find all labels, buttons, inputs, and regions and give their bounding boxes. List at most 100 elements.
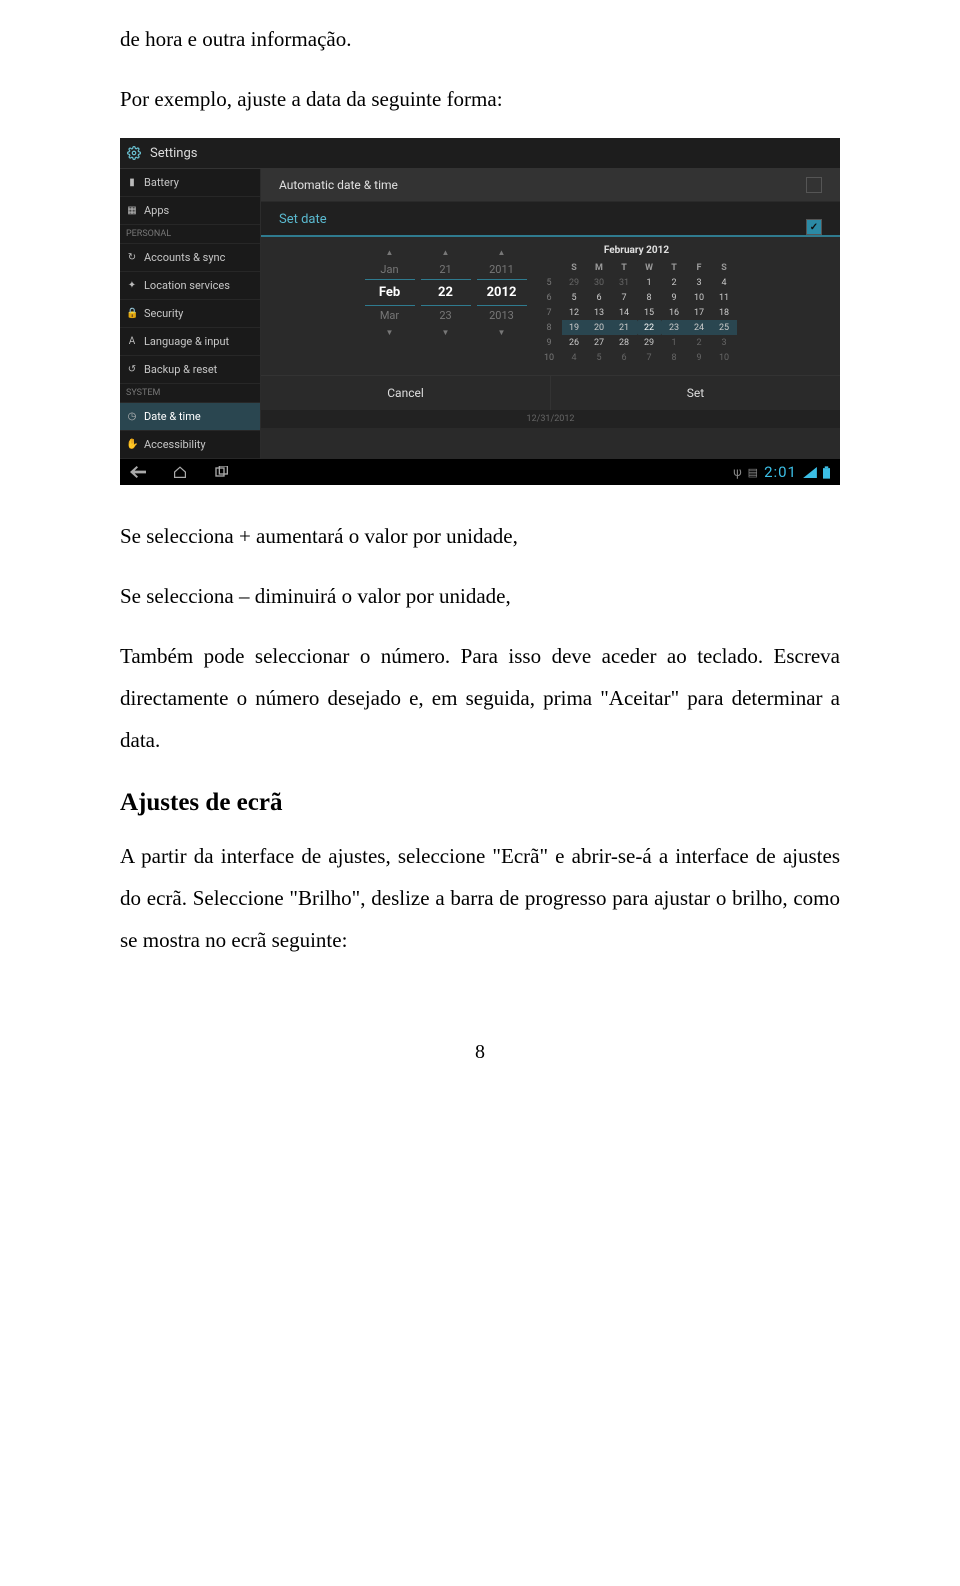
calendar-widget[interactable]: February 2012 SMTWTFS5293031123465678910… — [537, 245, 737, 365]
calendar-day-cell[interactable]: 29 — [562, 275, 587, 290]
spinner-value[interactable]: 22 — [421, 279, 471, 306]
sidebar-item-security[interactable]: 🔒Security — [120, 300, 260, 328]
gear-icon — [126, 145, 142, 161]
calendar-day-cell[interactable]: 6 — [612, 350, 637, 365]
sidebar-item-label: Date & time — [144, 410, 201, 423]
calendar-day-cell[interactable]: 30 — [587, 275, 612, 290]
spinner-value[interactable]: Jan — [365, 260, 415, 279]
spinner-value[interactable]: Feb — [365, 279, 415, 306]
wifi-icon — [803, 467, 817, 478]
calendar-day-cell[interactable]: 18 — [712, 305, 737, 320]
calendar-day-cell[interactable]: 7 — [637, 350, 662, 365]
calendar-day-cell[interactable]: 19 — [562, 320, 587, 335]
calendar-day-cell[interactable]: 15 — [637, 305, 662, 320]
calendar-day-cell[interactable]: 24 — [687, 320, 712, 335]
instruction-plus: Se selecciona + aumentará o valor por un… — [120, 515, 840, 557]
calendar-day-cell[interactable]: 8 — [662, 350, 687, 365]
sidebar-item-location-services[interactable]: ✦Location services — [120, 272, 260, 300]
sidebar-item-backup-reset[interactable]: ↺Backup & reset — [120, 356, 260, 384]
calendar-day-cell[interactable]: 13 — [587, 305, 612, 320]
calendar-day-cell[interactable]: 28 — [612, 335, 637, 350]
calendar-day-cell[interactable]: 29 — [637, 335, 662, 350]
calendar-day-cell[interactable]: 23 — [662, 320, 687, 335]
calendar-day-cell[interactable]: 17 — [687, 305, 712, 320]
calendar-week-number: 5 — [537, 275, 562, 290]
sidebar-item-apps[interactable]: ▦Apps — [120, 197, 260, 225]
calendar-day-cell[interactable]: 6 — [587, 290, 612, 305]
set-button[interactable]: Set — [551, 376, 840, 410]
calendar-day-cell[interactable]: 16 — [662, 305, 687, 320]
sidebar-item-language-input[interactable]: ALanguage & input — [120, 328, 260, 356]
spinner-value[interactable]: 2011 — [477, 260, 527, 279]
year-spinner[interactable]: ▲201120122013▼ — [477, 245, 527, 365]
location-icon: ✦ — [126, 280, 138, 291]
spinner-down-icon[interactable]: ▼ — [365, 325, 415, 340]
status-time: 2:01 — [764, 463, 797, 481]
sidebar-item-accessibility[interactable]: ✋Accessibility — [120, 431, 260, 459]
intro-line: de hora e outra informação. — [120, 18, 840, 60]
calendar-day-cell[interactable]: 4 — [712, 275, 737, 290]
calendar-day-cell[interactable]: 20 — [587, 320, 612, 335]
spinner-value[interactable]: 23 — [421, 306, 471, 325]
calendar-weekday-header: S — [562, 260, 587, 275]
calendar-day-cell[interactable]: 8 — [637, 290, 662, 305]
spinner-value[interactable]: Mar — [365, 306, 415, 325]
calendar-day-cell[interactable]: 3 — [712, 335, 737, 350]
calendar-day-cell[interactable]: 10 — [712, 350, 737, 365]
cancel-button[interactable]: Cancel — [261, 376, 551, 410]
calendar-title: February 2012 — [537, 245, 737, 260]
sidebar-item-accounts-sync[interactable]: ↻Accounts & sync — [120, 244, 260, 272]
spinner-up-icon[interactable]: ▲ — [421, 245, 471, 260]
calendar-day-cell[interactable]: 26 — [562, 335, 587, 350]
calendar-day-cell[interactable]: 5 — [562, 290, 587, 305]
calendar-day-cell[interactable]: 9 — [687, 350, 712, 365]
recent-apps-icon[interactable] — [214, 466, 230, 478]
calendar-day-cell[interactable]: 22 — [637, 320, 662, 335]
home-icon[interactable] — [172, 466, 188, 478]
calendar-week-header — [537, 260, 562, 275]
spinner-up-icon[interactable]: ▲ — [477, 245, 527, 260]
spinner-value[interactable]: 21 — [421, 260, 471, 279]
option-checkbox-checked[interactable]: ✓ — [806, 219, 822, 235]
calendar-day-cell[interactable]: 21 — [612, 320, 637, 335]
auto-date-time-checkbox[interactable] — [806, 177, 822, 193]
month-spinner[interactable]: ▲JanFebMar▼ — [365, 245, 415, 365]
instruction-minus: Se selecciona – diminuirá o valor por un… — [120, 575, 840, 617]
set-date-dialog-title: Set date — [261, 202, 840, 237]
spinner-up-icon[interactable]: ▲ — [365, 245, 415, 260]
calendar-day-cell[interactable]: 11 — [712, 290, 737, 305]
apps-icon: ▦ — [126, 205, 138, 216]
calendar-day-cell[interactable]: 1 — [637, 275, 662, 290]
spinner-value[interactable]: 2012 — [477, 279, 527, 306]
hand-icon: ✋ — [126, 439, 138, 450]
sidebar-item-date-time[interactable]: ◷Date & time — [120, 403, 260, 431]
calendar-day-cell[interactable]: 2 — [687, 335, 712, 350]
backup-icon: ↺ — [126, 364, 138, 375]
calendar-weekday-header: T — [612, 260, 637, 275]
calendar-day-cell[interactable]: 27 — [587, 335, 612, 350]
calendar-day-cell[interactable]: 10 — [687, 290, 712, 305]
calendar-day-cell[interactable]: 7 — [612, 290, 637, 305]
calendar-day-cell[interactable]: 9 — [662, 290, 687, 305]
calendar-day-cell[interactable]: 25 — [712, 320, 737, 335]
calendar-day-cell[interactable]: 5 — [587, 350, 612, 365]
usb-icon: ψ — [733, 465, 741, 479]
calendar-day-cell[interactable]: 2 — [662, 275, 687, 290]
calendar-day-cell[interactable]: 1 — [662, 335, 687, 350]
calendar-day-cell[interactable]: 4 — [562, 350, 587, 365]
calendar-day-cell[interactable]: 31 — [612, 275, 637, 290]
spinner-value[interactable]: 2013 — [477, 306, 527, 325]
sidebar-item-label: Language & input — [144, 335, 229, 348]
automatic-date-time-row[interactable]: Automatic date & time — [261, 169, 840, 202]
sidebar-item-battery[interactable]: ▮Battery — [120, 169, 260, 197]
back-icon[interactable] — [130, 466, 146, 478]
calendar-day-cell[interactable]: 12 — [562, 305, 587, 320]
spinner-down-icon[interactable]: ▼ — [421, 325, 471, 340]
calendar-day-cell[interactable]: 3 — [687, 275, 712, 290]
topbar-title: Settings — [150, 146, 197, 161]
calendar-week-number: 8 — [537, 320, 562, 335]
calendar-day-cell[interactable]: 14 — [612, 305, 637, 320]
section-ajustes-ecra: Ajustes de ecrã — [120, 789, 840, 817]
day-spinner[interactable]: ▲212223▼ — [421, 245, 471, 365]
spinner-down-icon[interactable]: ▼ — [477, 325, 527, 340]
